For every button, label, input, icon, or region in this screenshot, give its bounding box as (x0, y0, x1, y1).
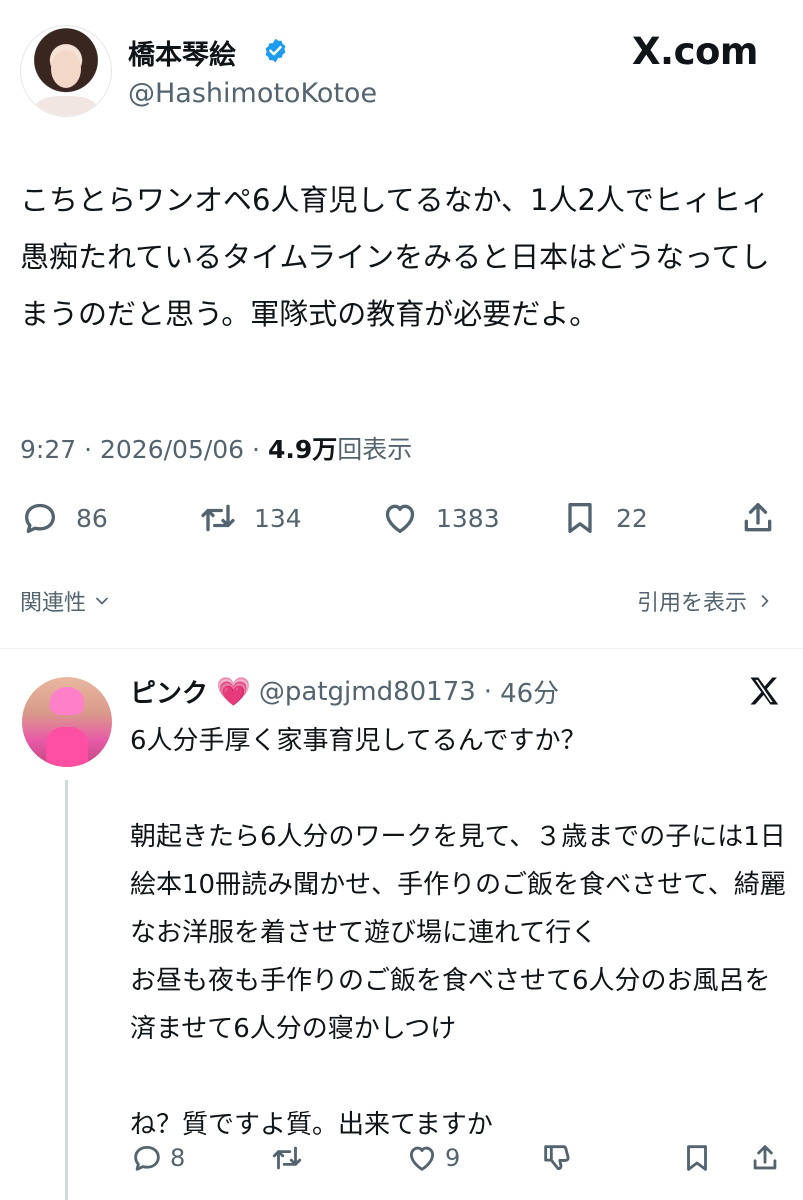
avatar-dress (46, 727, 88, 767)
heart-emoji: 💗 (216, 675, 251, 708)
thread-line (65, 780, 68, 1200)
views-count: 4.9万 (267, 435, 338, 464)
reply-icon (25, 503, 55, 533)
reply-dislike-button[interactable] (540, 1138, 574, 1178)
repost-button[interactable]: 134 (198, 498, 302, 538)
reply-count: 86 (76, 503, 108, 533)
bookmark-button[interactable]: 22 (560, 498, 648, 538)
reply-author-avatar[interactable] (22, 677, 112, 767)
quotes-label: 引用を表示 (636, 591, 747, 616)
bookmark-count: 22 (616, 503, 648, 533)
tweet-date[interactable]: 2026/05/06 (100, 435, 244, 464)
avatar-shoulders (35, 96, 97, 116)
like-icon (385, 504, 415, 533)
share-icon (744, 503, 772, 532)
bookmark-icon (687, 1145, 707, 1171)
reply-share-button[interactable] (748, 1138, 782, 1178)
reply-like-count: 9 (445, 1144, 461, 1172)
reply-button[interactable]: 86 (20, 498, 108, 538)
reply-age[interactable]: 46分 (500, 673, 559, 710)
avatar-hair (50, 687, 84, 715)
tweet-text: こちとらワンオペ6人育児してるなか、1人2人でヒィヒィ愚痴たれているタイムライン… (20, 183, 770, 331)
reply-icon (134, 1145, 160, 1171)
like-icon (409, 1146, 435, 1171)
divider (0, 648, 803, 649)
like-count: 1383 (436, 503, 500, 533)
avatar-face (51, 50, 81, 88)
tweet-time[interactable]: 9:27 (20, 435, 76, 464)
dislike-icon (544, 1145, 570, 1171)
chevron-right-icon (761, 595, 769, 607)
reply-repost-button[interactable] (270, 1138, 310, 1178)
reply-like-button[interactable]: 9 (405, 1138, 460, 1178)
repost-icon (201, 504, 235, 532)
author-name[interactable]: 橋本琴絵 (128, 33, 236, 72)
share-icon (753, 1145, 777, 1170)
meta-separator: · (483, 676, 493, 707)
reply-header: ピンク 💗 @patgjmd80173 · 46分 (130, 673, 559, 710)
views-label: 回表示 (337, 435, 413, 464)
reply-handle[interactable]: @patgjmd80173 (259, 677, 476, 707)
reply-reply-count: 8 (170, 1144, 186, 1172)
like-button[interactable]: 1383 (380, 498, 500, 538)
author-avatar[interactable] (20, 25, 112, 117)
sort-label: 関連性 (20, 591, 87, 616)
repost-icon (272, 1146, 302, 1170)
x-logo-icon (750, 677, 779, 705)
reply-author-name[interactable]: ピンク (130, 673, 208, 710)
reply-bookmark-button[interactable] (680, 1138, 714, 1178)
sort-relevance-toggle[interactable]: 関連性 (20, 585, 112, 617)
repost-count: 134 (254, 503, 302, 533)
meta-separator: · (84, 435, 100, 464)
site-label: X.com (632, 30, 759, 73)
tweet-meta: 9:27 · 2026/05/06 · 4.9万回表示 (20, 430, 412, 466)
reply-text: 6人分手厚く家事育児してるんですか？ 朝起きたら6人分のワークを見て、３歳までの… (130, 726, 786, 1140)
share-button[interactable] (738, 498, 778, 538)
chevron-down-icon (96, 597, 108, 605)
bookmark-icon (568, 503, 592, 533)
author-handle[interactable]: @HashimotoKotoe (128, 78, 377, 109)
view-quotes-link[interactable]: 引用を表示 (637, 585, 775, 617)
meta-separator: · (252, 435, 268, 464)
reply-reply-button[interactable]: 8 (130, 1138, 185, 1178)
verified-badge-icon (265, 38, 286, 63)
